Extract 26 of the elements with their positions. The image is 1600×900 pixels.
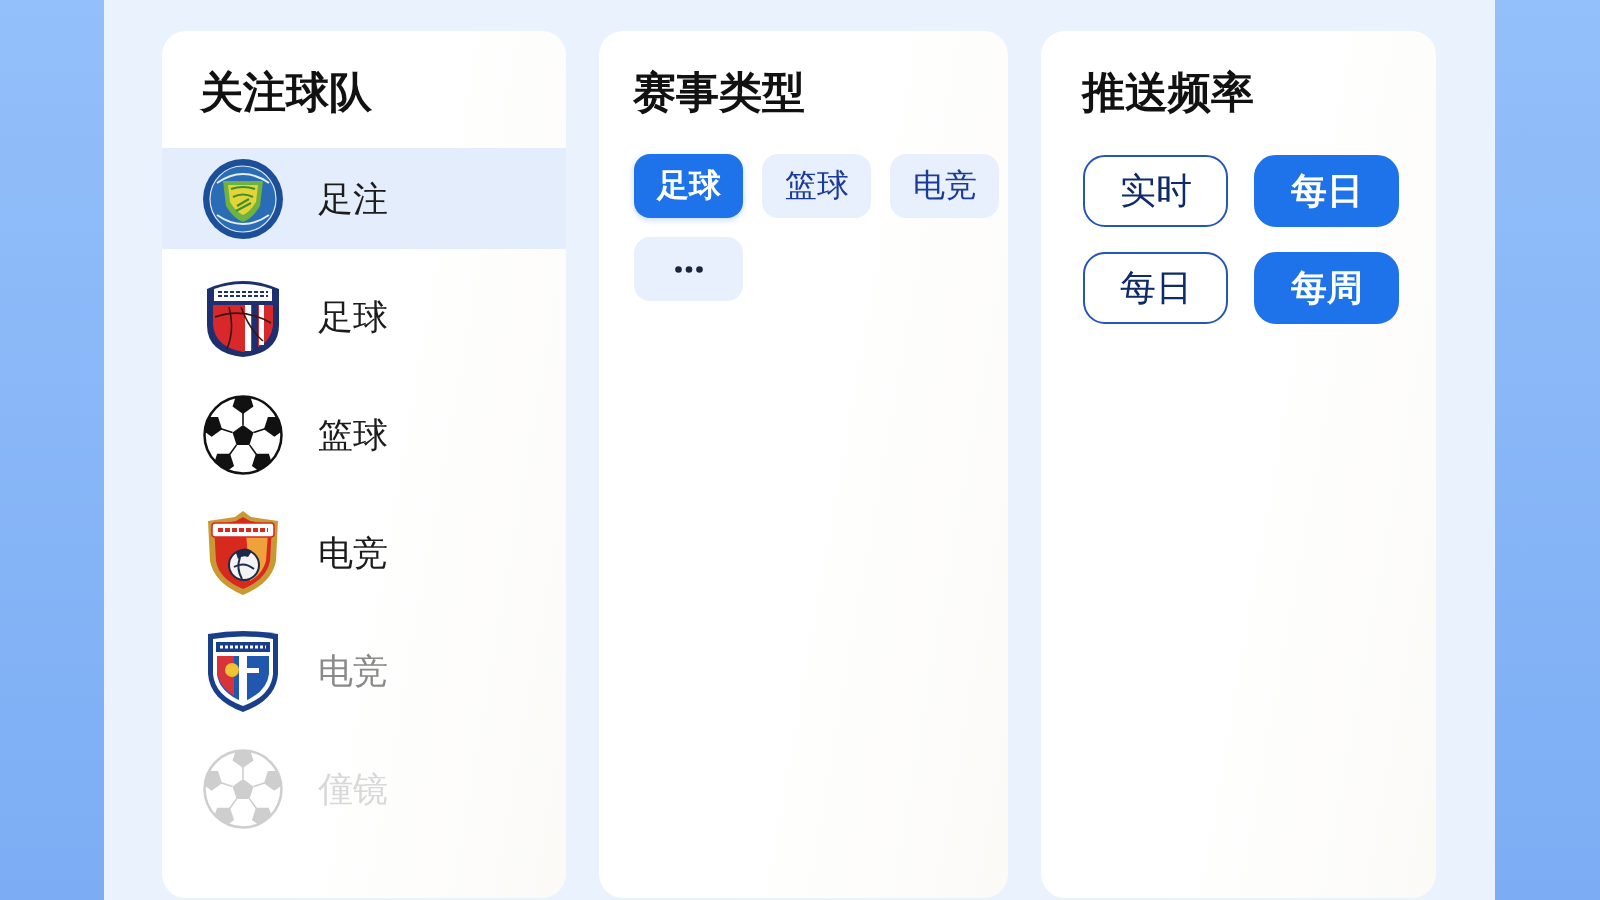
shield-icon	[206, 510, 280, 595]
more-icon	[674, 265, 703, 273]
card-title: 关注球队	[200, 69, 372, 115]
frequency-button[interactable]: 每日	[1254, 155, 1399, 227]
sport-chip[interactable]: 电竞	[890, 154, 999, 218]
sport-chip[interactable]: 篮球	[762, 154, 871, 218]
shield-icon	[208, 629, 278, 712]
frequency-button[interactable]: 每周	[1254, 252, 1399, 324]
team-name: 足注	[318, 177, 388, 220]
team-row[interactable]: 足注	[162, 148, 566, 249]
card-title: 推送频率	[1082, 69, 1254, 115]
sport-chip[interactable]: 足球	[634, 154, 743, 218]
round-badge-icon	[203, 158, 283, 239]
team-row[interactable]: 足球	[162, 266, 566, 367]
card-title: 赛事类型	[633, 69, 805, 115]
team-name: 电竞	[318, 649, 388, 692]
frequency-button[interactable]: 每日	[1083, 252, 1228, 324]
team-name: 篮球	[318, 413, 388, 456]
more-button[interactable]	[634, 237, 743, 301]
team-row[interactable]: 篮球	[162, 384, 566, 485]
team-row[interactable]: 电竞	[162, 502, 566, 603]
team-name: 足球	[318, 295, 388, 338]
frequency-button[interactable]: 实时	[1083, 155, 1228, 227]
soccer-ball-icon	[203, 394, 283, 475]
team-name: 电竞	[318, 531, 388, 574]
soccer-ball-icon	[203, 748, 283, 829]
